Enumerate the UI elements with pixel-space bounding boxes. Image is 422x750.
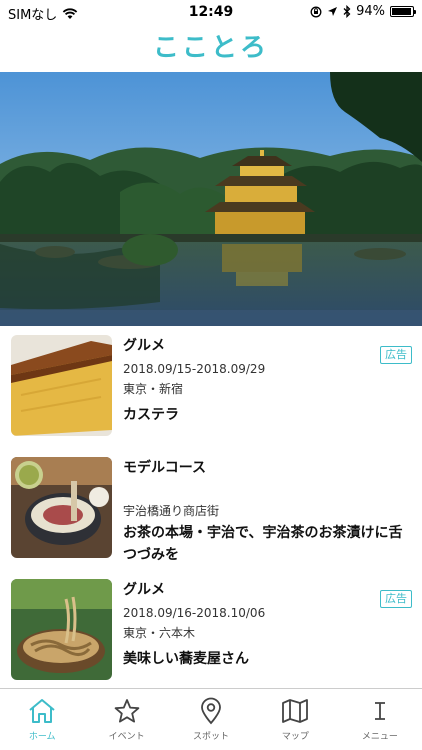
card-body: モデルコース 宇治橋通り商店街 お茶の本場・宇治で、宇治茶のお茶漬けに舌つづみを [123,458,410,566]
castella-image [11,335,112,436]
map-pin-icon [201,697,221,725]
list-item[interactable]: モデルコース 宇治橋通り商店街 お茶の本場・宇治で、宇治茶のお茶漬けに舌つづみを [0,448,422,570]
bluetooth-icon [343,5,351,18]
tab-label: ホーム [28,732,56,742]
battery-percent: 94% [356,4,385,19]
battery-icon [390,6,416,17]
tab-menu[interactable]: メニュー [338,689,422,750]
tab-label: スポット [193,732,230,742]
list-item[interactable]: グルメ 2018.09/15-2018.09/29 東京・新宿 カステラ 広告 [0,326,422,448]
app-title: こことろ [152,33,269,63]
orientation-lock-icon [310,6,322,17]
card-date [123,482,410,500]
hero-image [0,72,422,326]
ochazuke-image [11,457,112,558]
status-bar: SIMなし 12:49 94% [0,0,422,24]
location-icon [328,7,338,16]
card-place: 宇治橋通り商店街 [123,504,220,518]
app-header: こことろ [0,24,422,72]
status-right: 94% [310,4,416,19]
tab-map[interactable]: マップ [253,689,337,750]
tab-bar: ホーム イベント スポット マップ メニュー [0,688,422,750]
article-list: グルメ 2018.09/15-2018.09/29 東京・新宿 カステラ 広告 … [0,326,422,688]
tab-label: マップ [281,732,309,742]
castella-thumbnail [11,335,112,436]
ad-badge: 広告 [380,346,412,364]
tab-home[interactable]: ホーム [0,689,84,750]
tab-event[interactable]: イベント [84,689,168,750]
card-category: グルメ [123,582,165,598]
battery-level [392,8,411,15]
star-icon [114,699,139,723]
card-title: お茶の本場・宇治で、宇治茶のお茶漬けに舌つづみを [123,525,403,563]
hero-banner[interactable] [0,72,422,326]
tab-spot[interactable]: スポット [169,689,253,750]
card-category: モデルコース [123,460,207,476]
tab-label: イベント [108,732,145,742]
ochazuke-thumbnail [11,457,112,558]
home-icon [29,699,55,723]
card-body: グルメ 2018.09/16-2018.10/06 東京・六本木 美味しい蕎麦屋… [123,580,410,670]
card-body: グルメ 2018.09/15-2018.09/29 東京・新宿 カステラ [123,336,410,426]
card-category: グルメ [123,338,165,354]
card-date: 2018.09/16-2018.10/06 [123,606,266,620]
ad-badge: 広告 [380,590,412,608]
card-title: カステラ [123,407,179,423]
card-title: 美味しい蕎麦屋さん [123,651,249,667]
tab-label: メニュー [361,732,398,742]
list-item[interactable]: グルメ 2018.09/16-2018.10/06 東京・六本木 美味しい蕎麦屋… [0,570,422,688]
card-place: 東京・六本木 [123,626,196,640]
map-icon [282,699,309,723]
soba-thumbnail [11,579,112,680]
card-place: 東京・新宿 [123,382,184,396]
soba-image [11,579,112,680]
menu-icon [374,702,385,720]
card-date: 2018.09/15-2018.09/29 [123,362,266,376]
